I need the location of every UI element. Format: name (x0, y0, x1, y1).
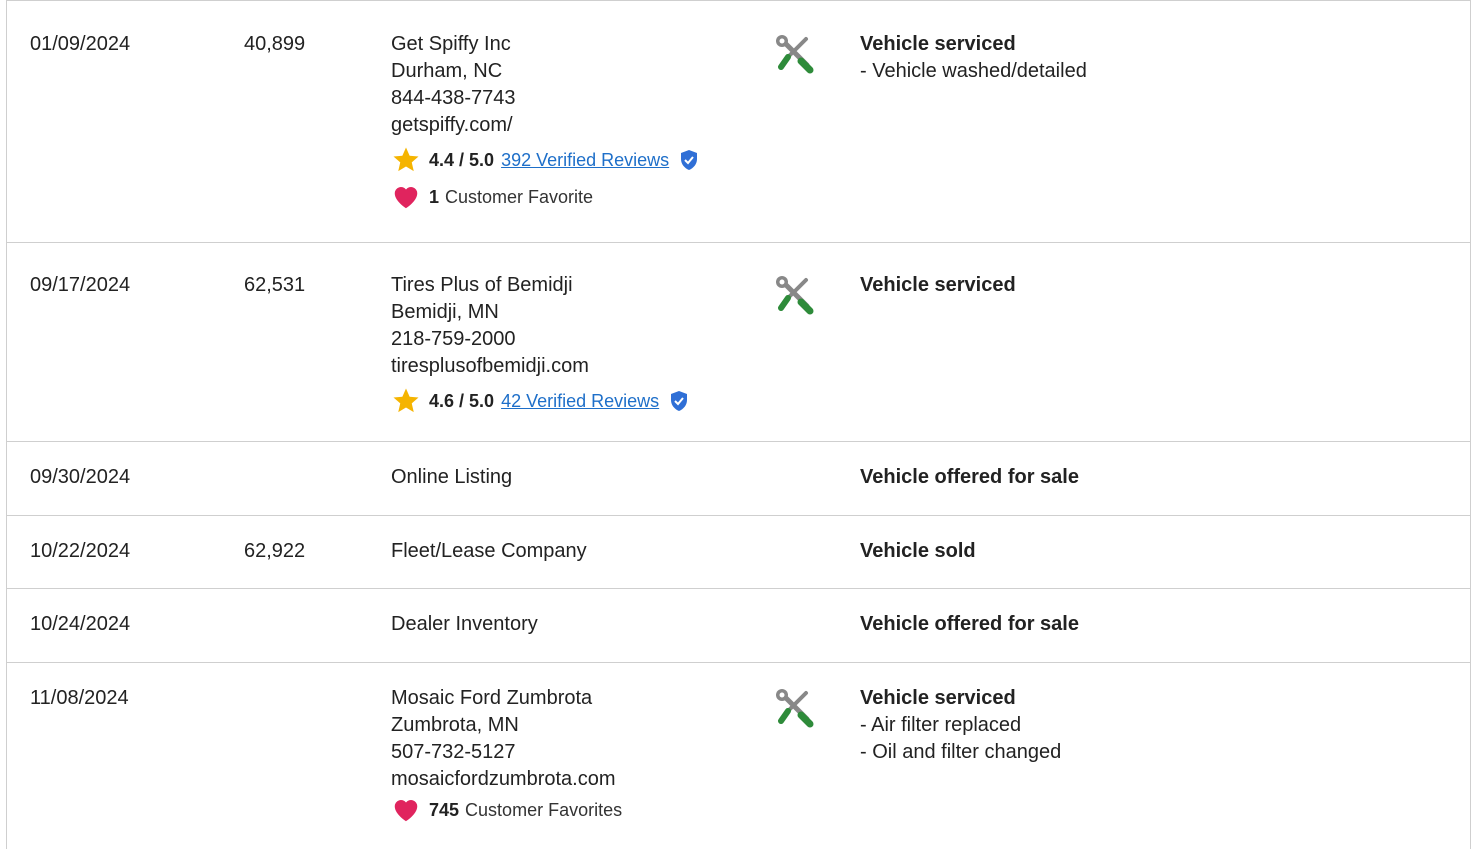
detail-item: - Oil and filter changed (860, 741, 1062, 763)
favorites-label: Customer Favorite (445, 186, 594, 207)
heart-icon (394, 187, 418, 209)
source-phone: 507-732-5127 (391, 741, 516, 763)
detail-title: Vehicle serviced (860, 274, 1016, 296)
detail-block: Vehicle serviced - Vehicle washed/detail… (860, 31, 1087, 85)
source-block: Tires Plus of Bemidji Bemidji, MN 218-75… (391, 272, 689, 416)
shield-check-icon (671, 391, 688, 411)
source-website: getspiffy.com/ (391, 114, 513, 136)
rating-score: 4.4 / 5.0 (429, 149, 495, 170)
detail-title: Vehicle serviced (860, 33, 1016, 55)
source-phone: 844-438-7743 (391, 87, 516, 109)
history-row: 10/22/2024 62,922 Fleet/Lease Company Ve… (7, 515, 1470, 589)
record-date: 01/09/2024 (30, 33, 131, 55)
verified-reviews-link[interactable]: 392 Verified Reviews (501, 147, 669, 174)
source-location: Bemidji, MN (391, 301, 499, 323)
favorites-line: 1 Customer Favorite (391, 182, 699, 212)
rating-line: 4.6 / 5.0 42 Verified Reviews (391, 386, 689, 416)
wrench-screwdriver-icon (776, 276, 814, 315)
source-website: tiresplusofbemidji.com (391, 355, 589, 377)
source-name: Fleet/Lease Company (391, 540, 587, 562)
detail-title: Vehicle offered for sale (860, 466, 1079, 488)
detail-title: Vehicle sold (860, 540, 976, 562)
history-row: 11/08/2024 Mosaic Ford Zumbrota Zumbrota… (7, 662, 1470, 850)
favorites-count: 1 (429, 186, 440, 207)
record-date: 10/24/2024 (30, 613, 131, 635)
detail-block: Vehicle serviced (860, 272, 1016, 299)
odometer-reading: 40,899 (244, 33, 306, 55)
source-name: Mosaic Ford Zumbrota (391, 687, 593, 709)
star-icon (393, 388, 419, 413)
odometer-reading: 62,531 (244, 274, 306, 296)
history-row: 10/24/2024 Dealer Inventory Vehicle offe… (7, 588, 1470, 663)
source-location: Durham, NC (391, 60, 503, 82)
detail-block: Vehicle serviced - Air filter replaced -… (860, 685, 1061, 766)
wrench-screwdriver-icon (776, 35, 814, 74)
record-date: 09/17/2024 (30, 274, 131, 296)
rating-score: 4.6 / 5.0 (429, 390, 495, 411)
odometer-reading: 62,922 (244, 540, 306, 562)
star-icon (393, 147, 419, 172)
record-date: 11/08/2024 (30, 687, 129, 709)
rating-line: 4.4 / 5.0 392 Verified Reviews (391, 145, 699, 175)
verified-reviews-link[interactable]: 42 Verified Reviews (501, 388, 659, 415)
heart-icon (394, 800, 418, 822)
record-date: 09/30/2024 (30, 466, 131, 488)
source-block: Mosaic Ford Zumbrota Zumbrota, MN 507-73… (391, 685, 622, 825)
detail-title: Vehicle offered for sale (860, 613, 1079, 635)
detail-item: - Air filter replaced (860, 714, 1022, 736)
source-phone: 218-759-2000 (391, 328, 516, 350)
favorites-label: Customer Favorites (465, 799, 623, 820)
source-block: Get Spiffy Inc Durham, NC 844-438-7743 g… (391, 31, 699, 212)
wrench-screwdriver-icon (776, 689, 814, 728)
detail-item: - Vehicle washed/detailed (860, 60, 1087, 82)
favorites-line: 745 Customer Favorites (391, 795, 622, 825)
detail-title: Vehicle serviced (860, 687, 1016, 709)
record-date: 10/22/2024 (30, 540, 131, 562)
source-name: Get Spiffy Inc (391, 33, 511, 55)
source-website: mosaicfordzumbrota.com (391, 768, 616, 790)
source-name: Tires Plus of Bemidji (391, 274, 573, 296)
shield-check-icon (681, 150, 698, 170)
history-row: 09/30/2024 Online Listing Vehicle offere… (7, 441, 1470, 516)
source-name: Dealer Inventory (391, 613, 538, 635)
vehicle-history-table: 01/09/2024 40,899 Get Spiffy Inc Durham,… (6, 0, 1471, 849)
source-location: Zumbrota, MN (391, 714, 519, 736)
source-name: Online Listing (391, 466, 513, 488)
history-row: 01/09/2024 40,899 Get Spiffy Inc Durham,… (7, 1, 1470, 243)
favorites-count: 745 (429, 799, 460, 820)
history-row: 09/17/2024 62,531 Tires Plus of Bemidji … (7, 242, 1470, 442)
